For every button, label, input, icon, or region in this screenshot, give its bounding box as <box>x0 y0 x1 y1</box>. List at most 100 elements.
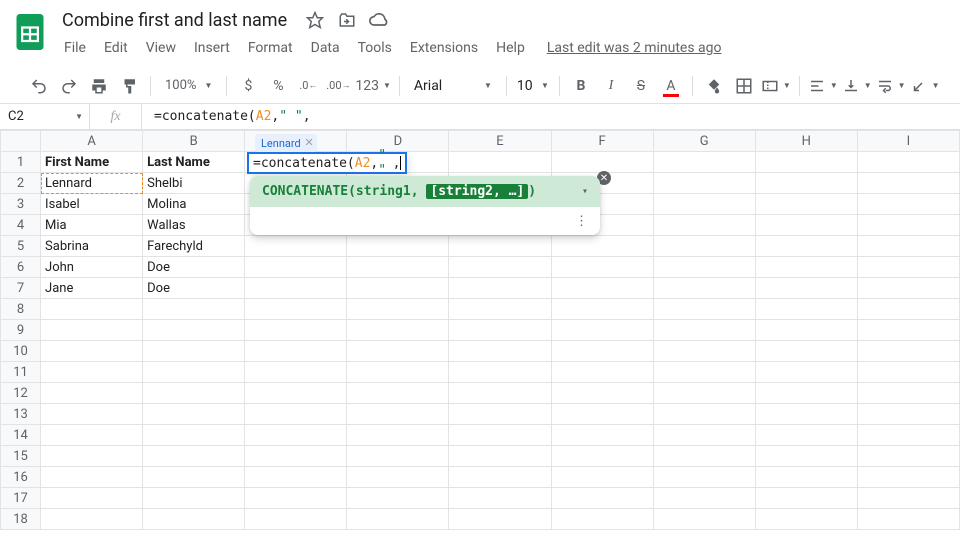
cell[interactable] <box>551 488 653 509</box>
col-header-G[interactable]: G <box>653 131 755 152</box>
merge-cells-button[interactable]: ▼ <box>761 73 791 99</box>
cell[interactable] <box>551 425 653 446</box>
row-header-1[interactable]: 1 <box>1 152 41 173</box>
cell[interactable] <box>347 404 449 425</box>
cell[interactable] <box>755 257 857 278</box>
cell[interactable] <box>551 383 653 404</box>
cell[interactable] <box>755 383 857 404</box>
menu-view[interactable]: View <box>138 36 184 60</box>
cell[interactable]: Isabel <box>41 194 143 215</box>
cell[interactable]: Doe <box>143 278 245 299</box>
cell[interactable] <box>41 383 143 404</box>
cell[interactable] <box>143 299 245 320</box>
cell[interactable] <box>245 362 347 383</box>
cell[interactable] <box>143 446 245 467</box>
paint-format-button[interactable] <box>116 73 142 99</box>
cell[interactable]: Jane <box>41 278 143 299</box>
select-all-corner[interactable] <box>1 131 41 152</box>
cell[interactable] <box>653 425 755 446</box>
cell[interactable] <box>653 236 755 257</box>
cell[interactable] <box>857 509 959 530</box>
cell[interactable] <box>449 446 551 467</box>
cell[interactable] <box>551 362 653 383</box>
cell[interactable] <box>755 341 857 362</box>
cell[interactable] <box>245 467 347 488</box>
cell-editor[interactable]: =concatenate(A2," ", <box>247 152 407 174</box>
cell[interactable] <box>857 194 959 215</box>
row-header-4[interactable]: 4 <box>1 215 41 236</box>
cell[interactable] <box>857 425 959 446</box>
cell[interactable] <box>347 341 449 362</box>
last-edit-link[interactable]: Last edit was 2 minutes ago <box>547 40 722 56</box>
number-format-select[interactable]: 123▼ <box>355 73 391 99</box>
strikethrough-button[interactable]: S <box>628 73 654 99</box>
cell[interactable] <box>143 425 245 446</box>
cell[interactable]: Molina <box>143 194 245 215</box>
cell[interactable] <box>653 404 755 425</box>
cell[interactable] <box>653 194 755 215</box>
cell[interactable] <box>245 257 347 278</box>
cell[interactable] <box>551 320 653 341</box>
row-header[interactable]: 13 <box>1 404 41 425</box>
text-rotation-button[interactable]: ▼ <box>910 73 940 99</box>
cell[interactable]: Sabrina <box>41 236 143 257</box>
cell[interactable] <box>653 383 755 404</box>
menu-extensions[interactable]: Extensions <box>402 36 486 60</box>
menu-data[interactable]: Data <box>303 36 348 60</box>
cell[interactable] <box>143 362 245 383</box>
cell[interactable] <box>347 362 449 383</box>
cell[interactable] <box>347 467 449 488</box>
menu-tools[interactable]: Tools <box>350 36 400 60</box>
cell[interactable] <box>857 236 959 257</box>
row-header-3[interactable]: 3 <box>1 194 41 215</box>
text-wrap-button[interactable]: ▼ <box>876 73 906 99</box>
cell-A2[interactable]: Lennard <box>41 173 143 194</box>
cell[interactable]: Last Name <box>143 152 245 173</box>
row-header[interactable]: 9 <box>1 320 41 341</box>
cell[interactable] <box>857 467 959 488</box>
cell[interactable] <box>41 404 143 425</box>
cell[interactable] <box>857 488 959 509</box>
cell[interactable] <box>857 152 959 173</box>
col-header-A[interactable]: A <box>41 131 143 152</box>
cell[interactable] <box>41 488 143 509</box>
cell[interactable] <box>653 257 755 278</box>
cell[interactable] <box>551 509 653 530</box>
cell[interactable] <box>857 341 959 362</box>
cell[interactable] <box>245 236 347 257</box>
doc-title[interactable]: Combine first and last name <box>56 8 293 33</box>
cell[interactable] <box>755 509 857 530</box>
cell[interactable] <box>449 383 551 404</box>
row-header[interactable]: 16 <box>1 467 41 488</box>
cell[interactable] <box>755 488 857 509</box>
bold-button[interactable]: B <box>568 73 594 99</box>
cell[interactable] <box>755 194 857 215</box>
cell[interactable] <box>857 446 959 467</box>
cell[interactable] <box>755 236 857 257</box>
cell[interactable] <box>143 320 245 341</box>
cell[interactable] <box>245 383 347 404</box>
cell[interactable] <box>449 236 551 257</box>
menu-insert[interactable]: Insert <box>186 36 238 60</box>
cell[interactable] <box>551 404 653 425</box>
cell[interactable] <box>245 509 347 530</box>
move-icon[interactable] <box>337 10 357 30</box>
star-icon[interactable] <box>305 10 325 30</box>
cell[interactable] <box>347 383 449 404</box>
menu-format[interactable]: Format <box>240 36 301 60</box>
cell[interactable] <box>245 488 347 509</box>
print-button[interactable] <box>86 73 112 99</box>
fill-color-button[interactable] <box>701 73 727 99</box>
zoom-select[interactable]: 100%▼ <box>159 78 218 93</box>
row-header-5[interactable]: 5 <box>1 236 41 257</box>
cell[interactable] <box>755 446 857 467</box>
cell[interactable] <box>449 320 551 341</box>
cell[interactable]: First Name <box>41 152 143 173</box>
cell[interactable] <box>857 320 959 341</box>
cell[interactable] <box>449 257 551 278</box>
borders-button[interactable] <box>731 73 757 99</box>
cell[interactable]: Doe <box>143 257 245 278</box>
cell[interactable] <box>245 278 347 299</box>
menu-file[interactable]: File <box>56 36 94 60</box>
cell[interactable] <box>755 320 857 341</box>
